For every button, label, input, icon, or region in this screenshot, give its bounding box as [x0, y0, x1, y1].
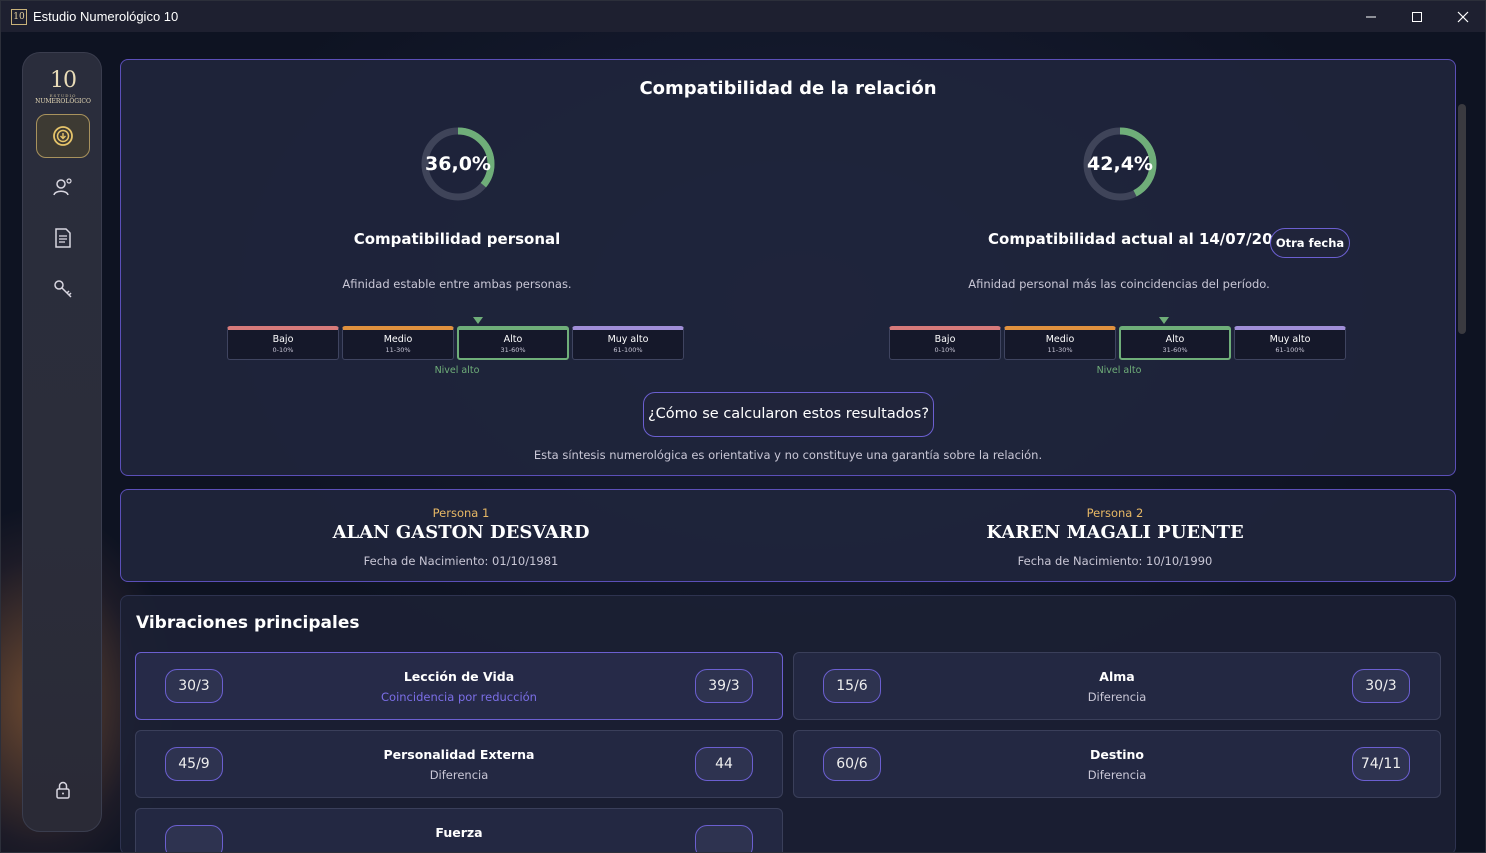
- close-button[interactable]: [1440, 1, 1485, 32]
- personal-title: Compatibilidad personal: [353, 230, 561, 248]
- scale-alto: Alto 31-60%: [1119, 326, 1231, 360]
- vibration-name: Alma: [1099, 669, 1135, 684]
- scale-muy-alto: Muy alto 61-100%: [572, 326, 684, 360]
- close-icon: [1457, 11, 1469, 22]
- current-ring: 42,4%: [1082, 126, 1158, 202]
- app-icon: 10: [11, 8, 27, 25]
- scale-bajo: Bajo 0-10%: [889, 326, 1001, 360]
- vibration-row-destino[interactable]: 60/6 Destino Diferencia 74/11: [793, 730, 1441, 798]
- lock-button[interactable]: [36, 768, 90, 812]
- scale-muy-alto: Muy alto 61-100%: [1234, 326, 1346, 360]
- sidebar-item-compatibility[interactable]: [36, 114, 90, 158]
- scale-medio: Medio 11-30%: [342, 326, 454, 360]
- personal-level: Nivel alto: [434, 365, 480, 376]
- app-window: 10 Estudio Numerológico 10 10 ESTUDIO NU…: [0, 0, 1486, 853]
- person-name: KAREN MAGALI PUENTE: [986, 522, 1244, 543]
- right-value: 44: [695, 747, 753, 781]
- personal-scale: Bajo 0-10% Medio 11-30% Alto 31-60% Muy alt…: [227, 326, 687, 360]
- vibration-status: Coincidencia por reducción: [381, 690, 537, 704]
- current-scale: Bajo 0-10% Medio 11-30% Alto 31-60% Muy alt…: [889, 326, 1349, 360]
- vibration-row-personalidad-externa[interactable]: 45/9 Personalidad Externa Diferencia 44: [135, 730, 783, 798]
- vibration-name: Destino: [1089, 747, 1145, 762]
- person-label: Persona 1: [432, 506, 490, 520]
- current-title: Compatibilidad actual al 14/07/2026: [988, 230, 1294, 248]
- document-icon: [55, 228, 71, 248]
- maximize-button[interactable]: [1394, 1, 1440, 32]
- person-name: ALAN GASTON DESVARD: [332, 522, 590, 543]
- personal-desc: Afinidad estable entre ambas personas.: [342, 277, 572, 291]
- vibration-status: Diferencia: [429, 768, 489, 782]
- person-birthdate: Fecha de Nacimiento: 10/10/1990: [1017, 554, 1213, 568]
- sidebar-item-key[interactable]: [36, 267, 90, 311]
- current-marker: [1159, 317, 1169, 324]
- lock-icon: [56, 781, 70, 799]
- sidebar: 10 ESTUDIO NUMEROLÓGICO: [22, 52, 102, 832]
- current-value: 42,4%: [1087, 153, 1153, 175]
- scale-alto: Alto 31-60%: [457, 326, 569, 360]
- vibrations-title: Vibraciones principales: [136, 613, 360, 633]
- vibration-row-alma[interactable]: 15/6 Alma Diferencia 30/3: [793, 652, 1441, 720]
- current-desc: Afinidad personal más las coincidencias …: [968, 277, 1270, 291]
- other-date-button[interactable]: Otra fecha: [1270, 228, 1350, 258]
- vibration-name: Personalidad Externa: [383, 747, 535, 762]
- vibrations-card: Vibraciones principales 30/3 Lección de …: [120, 595, 1456, 852]
- title-bar: 10 Estudio Numerológico 10: [1, 1, 1485, 32]
- right-value: [695, 825, 753, 852]
- key-icon: [54, 280, 72, 298]
- vibration-status: Diferencia: [1087, 768, 1147, 782]
- sidebar-item-documents[interactable]: [36, 216, 90, 260]
- users-icon: [53, 178, 72, 196]
- compatibility-card: Compatibilidad de la relación 36,0% Comp…: [120, 59, 1456, 476]
- minimize-button[interactable]: [1348, 1, 1394, 32]
- right-value: 39/3: [695, 669, 753, 703]
- vibration-row-leccion-de-vida[interactable]: 30/3 Lección de Vida Coincidencia por re…: [135, 652, 783, 720]
- personal-marker: [473, 317, 483, 324]
- vibration-name: Lección de Vida: [403, 669, 515, 684]
- vibration-status: Diferencia: [1087, 690, 1147, 704]
- logo-number: 10: [50, 68, 77, 93]
- person-birthdate: Fecha de Nacimiento: 01/10/1981: [363, 554, 559, 568]
- maximize-icon: [1412, 11, 1422, 22]
- personal-compatibility: 36,0% Compatibilidad personal Afinidad e…: [121, 60, 781, 400]
- persons-card: Persona 1 ALAN GASTON DESVARD Fecha de N…: [120, 489, 1456, 582]
- right-value: 30/3: [1352, 669, 1410, 703]
- person-2: Persona 2 KAREN MAGALI PUENTE Fecha de N…: [781, 490, 1449, 583]
- scale-bajo: Bajo 0-10%: [227, 326, 339, 360]
- current-level: Nivel alto: [1096, 365, 1142, 376]
- person-1: Persona 1 ALAN GASTON DESVARD Fecha de N…: [127, 490, 795, 583]
- personal-value: 36,0%: [425, 153, 491, 175]
- app-logo: 10 ESTUDIO NUMEROLÓGICO: [35, 68, 91, 106]
- scale-medio: Medio 11-30%: [1004, 326, 1116, 360]
- vibration-row-fuerza[interactable]: Fuerza: [135, 808, 783, 852]
- scrollbar[interactable]: [1458, 104, 1466, 334]
- logo-line2: NUMEROLÓGICO: [35, 98, 91, 105]
- minimize-icon: [1366, 16, 1376, 17]
- how-calculated-button[interactable]: ¿Cómo se calcularon estos resultados?: [643, 392, 934, 437]
- personal-ring: 36,0%: [420, 126, 496, 202]
- sidebar-item-users[interactable]: [36, 165, 90, 209]
- vibration-name: Fuerza: [435, 825, 483, 840]
- disclaimer: Esta síntesis numerológica es orientativ…: [533, 448, 1043, 462]
- right-value: 74/11: [1352, 747, 1410, 781]
- compatibility-icon: [53, 126, 73, 146]
- person-label: Persona 2: [1086, 506, 1144, 520]
- window-title: Estudio Numerológico 10: [33, 9, 179, 24]
